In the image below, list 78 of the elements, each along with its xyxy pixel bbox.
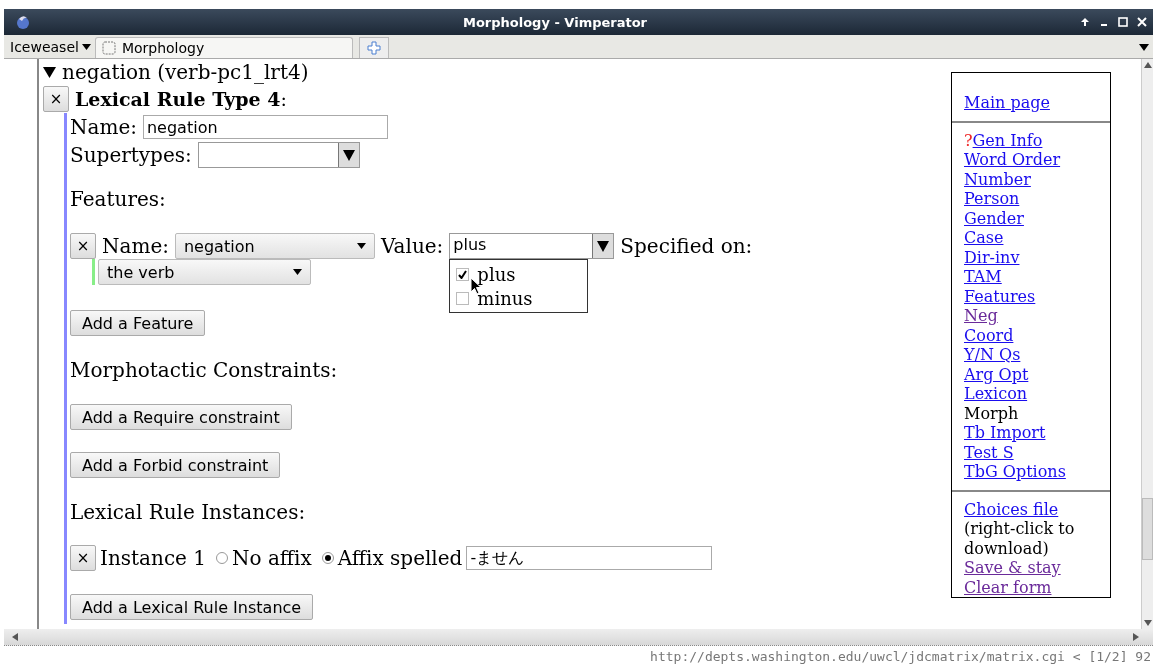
- nav-link[interactable]: Case: [964, 228, 1004, 247]
- radio-label[interactable]: No affix: [232, 546, 312, 570]
- scroll-right-icon[interactable]: [1133, 633, 1139, 641]
- option-label[interactable]: minus: [477, 287, 533, 309]
- field-label: Name:: [102, 234, 169, 258]
- nav-link[interactable]: Coord: [964, 325, 1014, 345]
- dropdown-arrow-icon: [342, 149, 355, 161]
- nav-link[interactable]: Save & stay: [964, 558, 1061, 577]
- nav-link[interactable]: Main page: [964, 93, 1050, 112]
- field-label: Supertypes:: [70, 143, 192, 167]
- scrollbar-thumb[interactable]: [1142, 498, 1153, 560]
- vertical-scrollbar[interactable]: [1141, 59, 1153, 629]
- nav-link[interactable]: TAM: [964, 267, 1002, 286]
- caret-icon: [356, 243, 366, 249]
- nav-link[interactable]: Word Order: [964, 150, 1061, 169]
- field-label: Value:: [380, 234, 444, 258]
- close-icon[interactable]: [1137, 17, 1147, 27]
- dropdown-arrow-icon: [597, 240, 610, 252]
- caret-icon: [81, 44, 91, 50]
- radio-label[interactable]: Affix spelled: [337, 546, 463, 570]
- scroll-up-icon[interactable]: [1143, 62, 1152, 68]
- nav-link[interactable]: Tb Import: [964, 423, 1046, 442]
- delete-button[interactable]: ×: [43, 86, 69, 112]
- nav-link[interactable]: Features: [964, 286, 1036, 306]
- maximize-icon[interactable]: [1118, 17, 1128, 27]
- name-field[interactable]: negation: [142, 115, 388, 139]
- nav-link[interactable]: Person: [964, 189, 1020, 208]
- delete-button[interactable]: ×: [70, 545, 96, 571]
- scroll-left-icon[interactable]: [12, 633, 18, 641]
- nav-link[interactable]: Number: [964, 169, 1031, 189]
- nav-link[interactable]: Arg Opt: [964, 364, 1029, 384]
- caret-icon: [293, 269, 302, 275]
- hint-text: (right-click to download): [964, 519, 1075, 558]
- checkbox[interactable]: [456, 291, 470, 305]
- nav-link[interactable]: Gender: [964, 208, 1024, 228]
- nav-link[interactable]: Dir-inv: [964, 247, 1020, 267]
- nav-link[interactable]: Gen Info: [972, 130, 1043, 150]
- status-url: http://depts.washington.edu/uwcl/jdcmatrix/matrix.cgi < [1/2] 92: [650, 649, 1151, 664]
- section-title: negation (verb-pc1_lrt4): [62, 60, 309, 84]
- instance-label: Instance 1: [100, 546, 206, 570]
- option-label[interactable]: plus: [477, 263, 516, 285]
- add-require-button[interactable]: Add a Require constraint: [70, 404, 292, 430]
- browser-tab[interactable]: Morphology: [94, 37, 353, 58]
- feature-name-select[interactable]: negation: [174, 233, 375, 259]
- nav-link[interactable]: TbG Options: [964, 462, 1066, 481]
- field-label: Specified on:: [620, 234, 753, 258]
- horizontal-scrollbar[interactable]: [4, 629, 1153, 646]
- section-heading: Lexical Rule Instances:: [70, 500, 306, 524]
- browser-menu[interactable]: Iceweasel: [4, 39, 95, 58]
- current-page-label: Morph: [964, 403, 1019, 423]
- nav-link[interactable]: Choices file: [964, 499, 1059, 519]
- caret-icon[interactable]: [1139, 44, 1149, 51]
- nav-link[interactable]: Neg: [964, 306, 998, 325]
- scroll-down-icon[interactable]: [1143, 620, 1152, 626]
- add-feature-button[interactable]: Add a Feature: [70, 310, 206, 336]
- add-instance-button[interactable]: Add a Lexical Rule Instance: [70, 594, 314, 620]
- nav-link[interactable]: Clear form: [964, 577, 1052, 597]
- field-label: Name:: [70, 115, 137, 139]
- section-heading: Morphotactic Constraints:: [70, 358, 338, 382]
- arrow-up-icon[interactable]: [1080, 17, 1090, 27]
- plus-icon: [366, 41, 381, 55]
- warning-mark: ?: [964, 130, 973, 150]
- supertypes-select[interactable]: [197, 142, 360, 168]
- add-forbid-button[interactable]: Add a Forbid constraint: [70, 452, 281, 478]
- rule-title: Lexical Rule Type 4:: [75, 88, 287, 110]
- value-select[interactable]: plus: [449, 233, 615, 259]
- nav-link[interactable]: Test S: [964, 442, 1014, 462]
- nav-link[interactable]: Lexicon: [964, 384, 1028, 403]
- globe-icon: [16, 14, 30, 30]
- expand-triangle-icon[interactable]: [43, 66, 56, 78]
- window-title: Morphology - Vimperator: [461, 14, 649, 30]
- page-icon: [101, 41, 116, 55]
- section-heading: Features:: [70, 187, 166, 211]
- affix-field[interactable]: -ません: [466, 546, 713, 570]
- checkbox[interactable]: [456, 267, 470, 281]
- nav-link[interactable]: Y/N Qs: [964, 345, 1021, 364]
- delete-button[interactable]: ×: [70, 233, 96, 259]
- specified-on-select[interactable]: the verb: [98, 259, 311, 285]
